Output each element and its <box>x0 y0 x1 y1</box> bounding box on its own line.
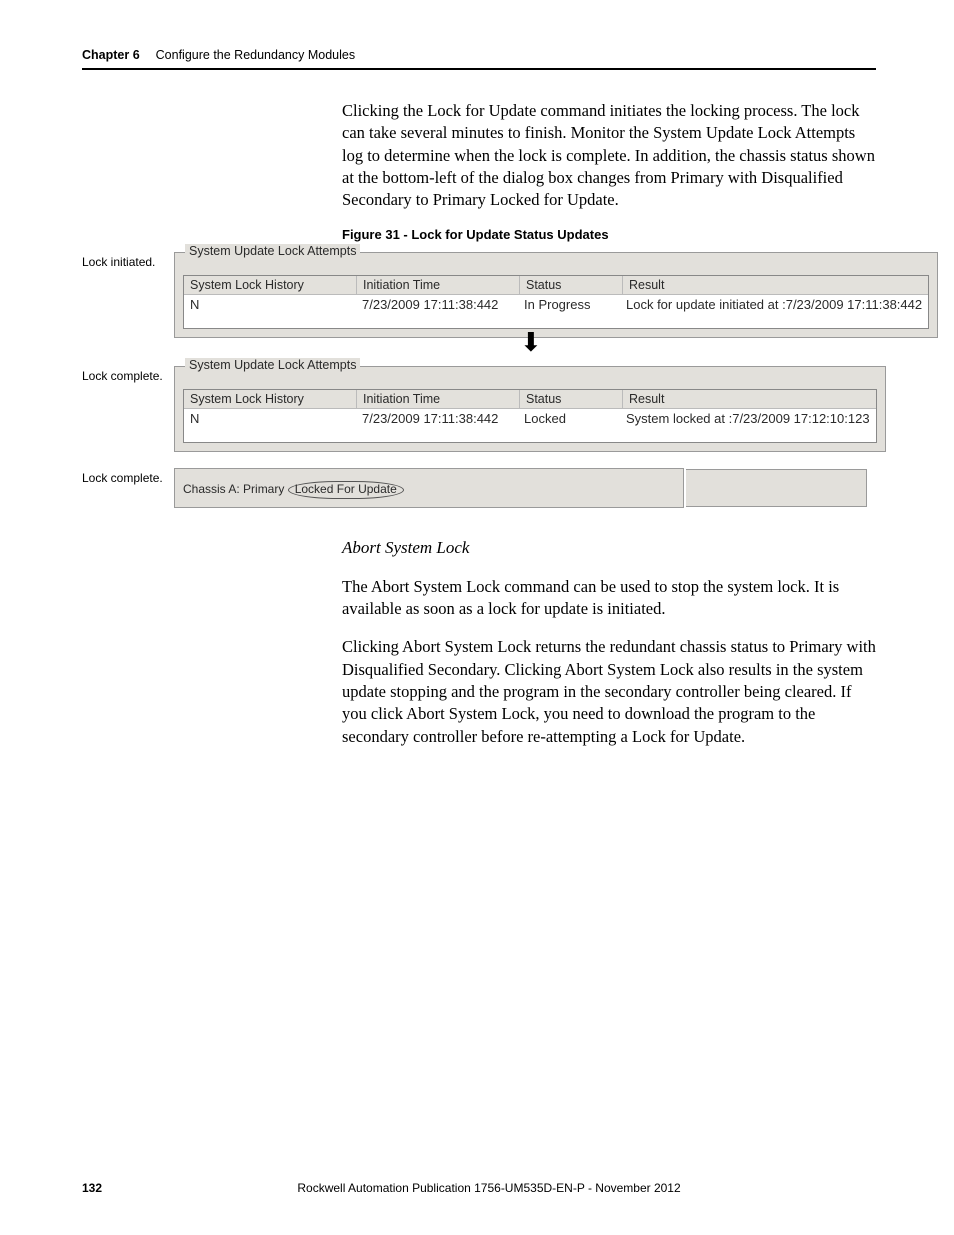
side-label-complete-2: Lock complete. <box>82 468 174 485</box>
figure-lock-complete: Lock complete. System Update Lock Attemp… <box>82 366 876 452</box>
chassis-status-bar: Chassis A: Primary Locked For Update <box>174 468 684 508</box>
chapter-label: Chapter 6 <box>82 48 140 62</box>
figure-lock-initiated: Lock initiated. System Update Lock Attem… <box>82 252 876 338</box>
cell-result: Lock for update initiated at :7/23/2009 … <box>620 297 928 312</box>
figure-status-bar: Lock complete. Chassis A: Primary Locked… <box>82 468 876 508</box>
listview-header: System Lock History Initiation Time Stat… <box>184 276 928 295</box>
figure-caption: Figure 31 - Lock for Update Status Updat… <box>342 227 876 242</box>
col-result[interactable]: Result <box>623 390 876 408</box>
page-number: 132 <box>82 1181 102 1195</box>
chapter-title: Configure the Redundancy Modules <box>156 48 355 62</box>
groupbox-legend: System Update Lock Attempts <box>185 244 360 258</box>
groupbox-legend: System Update Lock Attempts <box>185 358 360 372</box>
cell-status: In Progress <box>518 297 620 312</box>
lock-attempts-listview-complete[interactable]: System Lock History Initiation Time Stat… <box>183 389 877 443</box>
col-result[interactable]: Result <box>623 276 928 294</box>
col-history[interactable]: System Lock History <box>184 390 357 408</box>
header-rule <box>82 68 876 70</box>
cell-result: System locked at :7/23/2009 17:12:10:123 <box>620 411 876 426</box>
abort-paragraph-1: The Abort System Lock command can be use… <box>342 576 876 621</box>
cell-status: Locked <box>518 411 620 426</box>
intro-paragraph: Clicking the Lock for Update command ini… <box>342 100 876 211</box>
lock-attempts-listview-initiated[interactable]: System Lock History Initiation Time Stat… <box>183 275 929 329</box>
col-history[interactable]: System Lock History <box>184 276 357 294</box>
cell-history: N <box>184 411 356 426</box>
cell-history: N <box>184 297 356 312</box>
page-footer: 132 Rockwell Automation Publication 1756… <box>82 1181 876 1195</box>
cell-time: 7/23/2009 17:11:38:442 <box>356 411 518 426</box>
col-time[interactable]: Initiation Time <box>357 276 520 294</box>
cell-time: 7/23/2009 17:11:38:442 <box>356 297 518 312</box>
listview-row[interactable]: N 7/23/2009 17:11:38:442 Locked System l… <box>184 409 876 442</box>
listview-row[interactable]: N 7/23/2009 17:11:38:442 In Progress Loc… <box>184 295 928 328</box>
system-update-groupbox-complete: System Update Lock Attempts System Lock … <box>174 366 886 452</box>
running-header: Chapter 6 Configure the Redundancy Modul… <box>82 48 876 62</box>
publication-line: Rockwell Automation Publication 1756-UM5… <box>102 1181 876 1195</box>
col-status[interactable]: Status <box>520 276 623 294</box>
col-time[interactable]: Initiation Time <box>357 390 520 408</box>
side-label-initiated: Lock initiated. <box>82 252 174 269</box>
abort-paragraph-2: Clicking Abort System Lock returns the r… <box>342 636 876 747</box>
chassis-status-highlight: Locked For Update <box>288 481 404 499</box>
down-arrow-icon: ⬇ <box>520 329 542 355</box>
chassis-status-prefix: Chassis A: Primary <box>183 482 284 496</box>
system-update-groupbox-initiated: System Update Lock Attempts System Lock … <box>174 252 938 338</box>
abort-section-title: Abort System Lock <box>342 538 876 558</box>
side-label-complete-1: Lock complete. <box>82 366 174 383</box>
listview-header: System Lock History Initiation Time Stat… <box>184 390 876 409</box>
col-status[interactable]: Status <box>520 390 623 408</box>
